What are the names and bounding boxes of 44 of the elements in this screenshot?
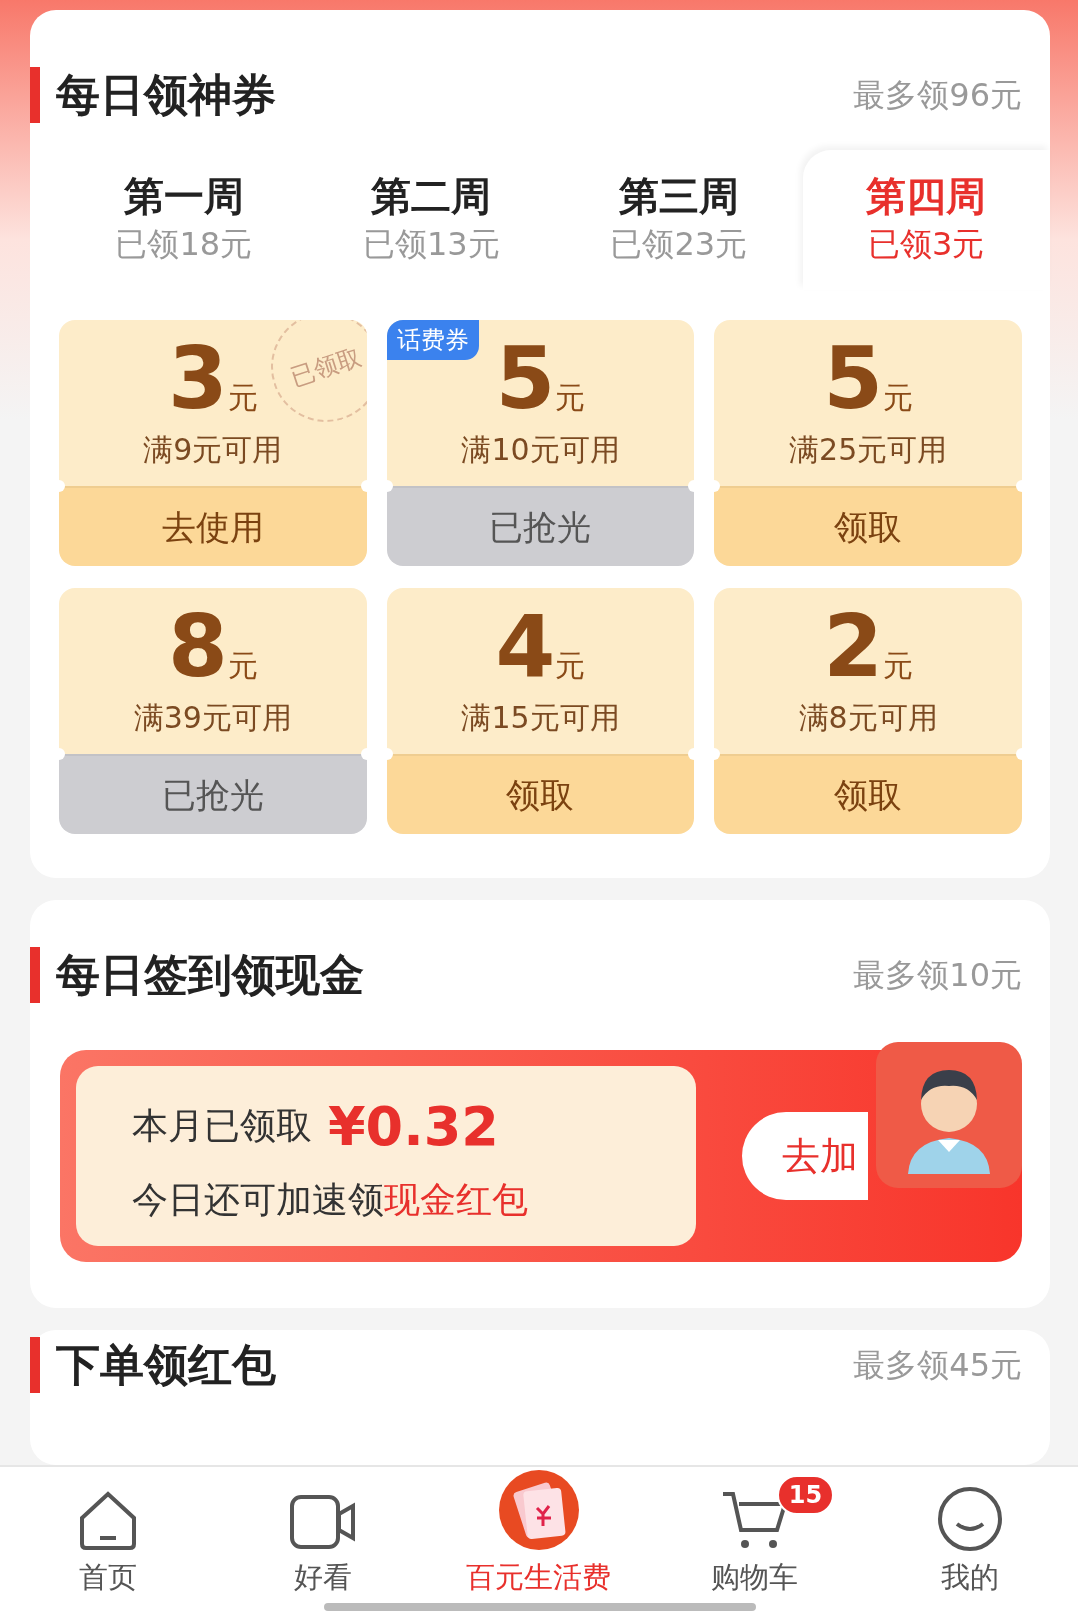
- coupon-condition: 满9元可用: [143, 430, 283, 469]
- coupon-button[interactable]: 领取: [386, 754, 695, 834]
- avatar-icon: [876, 1042, 1022, 1188]
- coupon-button[interactable]: 领取: [714, 754, 1022, 834]
- coupon-button[interactable]: 领取: [714, 486, 1022, 566]
- section-title: 下单领红包: [30, 1337, 276, 1393]
- week-tab[interactable]: 第四周 已领3元: [802, 150, 1050, 290]
- coupon-unit: 元: [555, 646, 586, 685]
- smile-icon: [937, 1485, 1004, 1552]
- section-note: 最多领45元: [853, 1345, 1022, 1386]
- week-tab[interactable]: 第三周 已领23元: [555, 150, 803, 290]
- week-tab[interactable]: 第一周 已领18元: [60, 150, 308, 290]
- coupon-condition: 满15元可用: [461, 698, 620, 737]
- coupon-amount: 2: [823, 602, 884, 689]
- section-title: 每日领神券: [30, 67, 276, 123]
- claimed-amount: ¥0.32: [328, 1093, 499, 1160]
- coupon-condition: 满8元可用: [798, 698, 938, 737]
- coupon-tag: 话费券: [386, 320, 479, 360]
- coupon-amount: 3: [167, 334, 228, 421]
- coupon-amount: 8: [167, 602, 228, 689]
- nav-tab[interactable]: 首页: [0, 1467, 216, 1615]
- money-envelope-icon: [497, 1467, 581, 1552]
- speedup-text: 今日还可加速领现金红包: [132, 1177, 529, 1222]
- count-badge: 15: [776, 1475, 835, 1515]
- coupon-amount: 5: [823, 334, 884, 421]
- claimed-label: 本月已领取: [132, 1104, 312, 1148]
- coupon-condition: 满25元可用: [789, 430, 948, 469]
- coupon-button[interactable]: 去使用: [59, 486, 367, 566]
- coupon-amount: 5: [495, 334, 556, 421]
- section-note: 最多领10元: [853, 955, 1022, 996]
- nav-tab[interactable]: 好看: [215, 1467, 432, 1615]
- coupon-unit: 元: [555, 378, 586, 417]
- coupon-condition: 满10元可用: [461, 430, 620, 469]
- section-title: 每日签到领现金: [30, 947, 364, 1003]
- coupon-unit: 元: [227, 378, 258, 417]
- week-tab[interactable]: 第二周 已领13元: [307, 150, 555, 290]
- coupon-unit: 元: [227, 646, 258, 685]
- coupon-unit: 元: [883, 646, 914, 685]
- nav-tab[interactable]: 我的: [862, 1467, 1078, 1615]
- coupon-unit: 元: [883, 378, 914, 417]
- coupon-amount: 4: [495, 602, 556, 689]
- section-note: 最多领96元: [853, 75, 1022, 116]
- speedup-button[interactable]: 去加: [742, 1112, 868, 1200]
- coupon-condition: 满39元可用: [133, 698, 292, 737]
